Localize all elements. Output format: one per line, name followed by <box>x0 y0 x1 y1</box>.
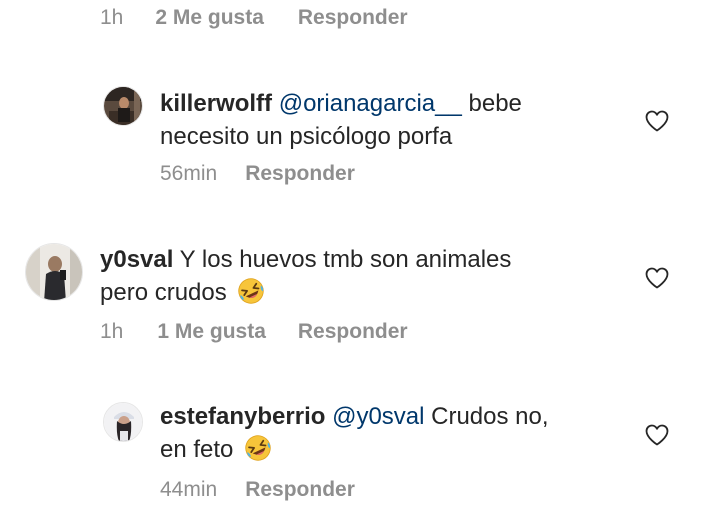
comment-time: 44min <box>160 478 218 501</box>
comment-likes[interactable]: 1 Me gusta <box>157 320 266 344</box>
comments-screen: { "top_meta": { "time": "1h", "likes": "… <box>0 0 710 515</box>
comment-username[interactable]: estefanyberrio <box>160 403 325 430</box>
comment-meta: 1h 1 Me gusta Responder <box>100 320 408 344</box>
avatar[interactable] <box>103 402 143 442</box>
comment-time: 56min <box>160 162 218 185</box>
comment-text-line2: en feto <box>160 436 234 463</box>
avatar-image <box>104 87 142 125</box>
like-heart-icon[interactable] <box>645 424 669 446</box>
avatar-image <box>104 403 142 441</box>
reply-button[interactable]: Responder <box>298 320 408 344</box>
like-heart-icon[interactable] <box>645 110 669 132</box>
comment-mention[interactable]: @orianagarcia__ <box>279 90 462 117</box>
comment-mention[interactable]: @y0sval <box>332 403 424 430</box>
comment-text-line2: necesito un psicólogo porfa <box>160 123 453 150</box>
avatar[interactable] <box>103 86 143 126</box>
avatar[interactable] <box>25 243 83 301</box>
comment-time: 1h <box>100 320 124 343</box>
comment-username[interactable]: killerwolff <box>160 90 272 117</box>
comment-text-line1: Crudos no, <box>424 403 549 430</box>
comment-text-line1: bebe <box>461 90 522 117</box>
previous-comment-meta: 1h 2 Me gusta Responder <box>100 6 408 30</box>
reply-button[interactable]: Responder <box>245 162 355 186</box>
rolling-on-floor-laughing-icon <box>237 277 265 305</box>
avatar-image <box>26 244 82 300</box>
reply-button[interactable]: Responder <box>245 478 355 502</box>
like-heart-icon[interactable] <box>645 267 669 289</box>
reply-button[interactable]: Responder <box>298 6 408 30</box>
comment-meta: 56min Responder <box>160 162 355 186</box>
comment-body: killerwolff @orianagarcia__ bebe necesit… <box>160 87 620 153</box>
comment-body: estefanyberrio @y0sval Crudos no, en fet… <box>160 400 630 466</box>
comment-likes[interactable]: 2 Me gusta <box>155 6 264 30</box>
comment-text-line2: pero crudos <box>100 279 227 306</box>
comment-text-line1: Y los huevos tmb son animales <box>173 246 512 273</box>
comment-time: 1h <box>100 6 124 29</box>
comment-body: y0sval Y los huevos tmb son animales per… <box>100 243 620 309</box>
comment-username[interactable]: y0sval <box>100 246 173 273</box>
comment-meta: 44min Responder <box>160 478 355 502</box>
rolling-on-floor-laughing-icon <box>244 434 272 462</box>
